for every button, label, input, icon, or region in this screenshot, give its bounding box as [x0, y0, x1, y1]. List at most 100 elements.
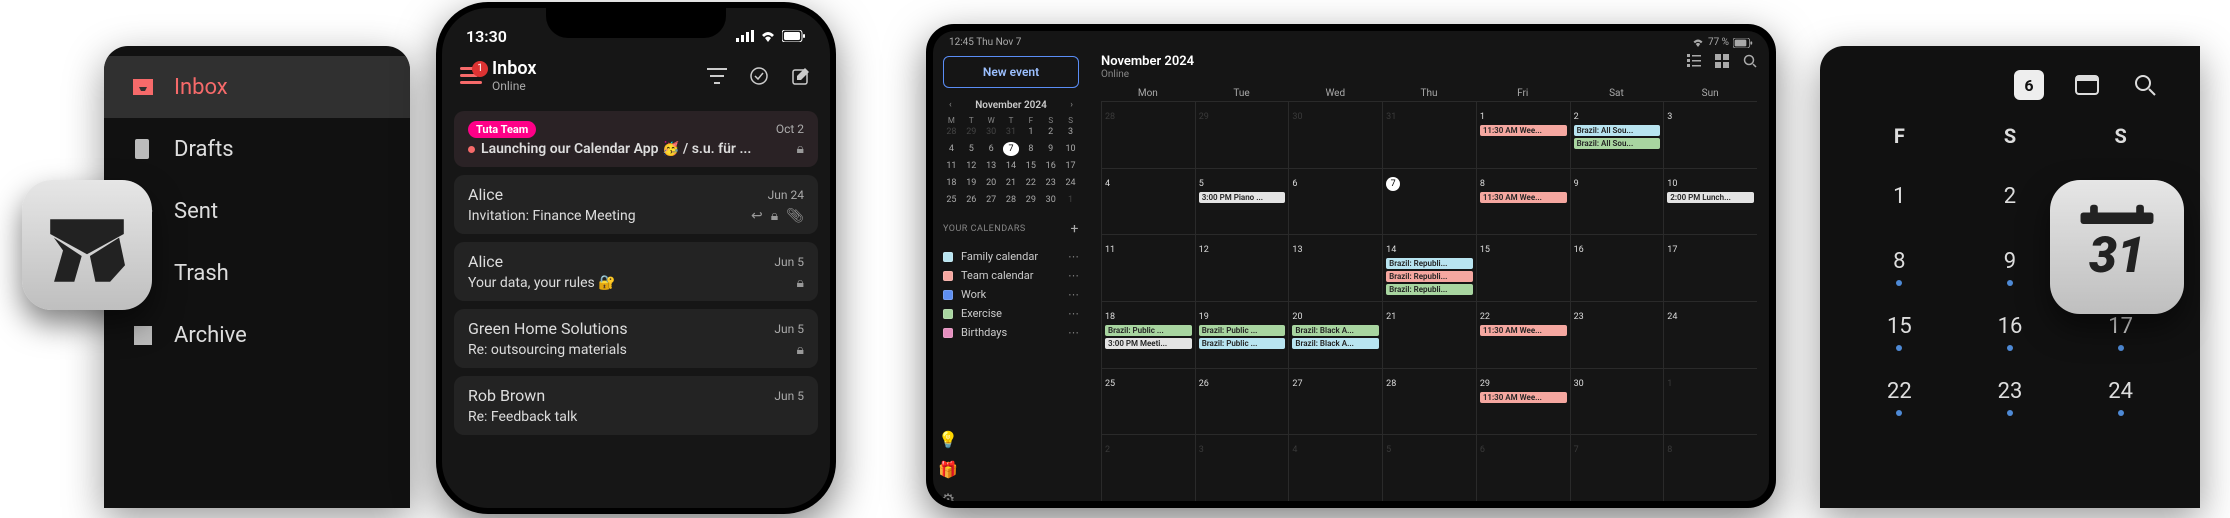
event-chip[interactable]: 2:00 PM Lunch... — [1667, 192, 1754, 203]
snip-day[interactable]: 9 — [1955, 237, 2066, 286]
mini-day[interactable]: 7 — [1003, 142, 1020, 156]
upgrade-icon[interactable]: 💡 — [940, 431, 956, 447]
settings-icon[interactable]: ⚙ — [940, 491, 956, 501]
calendar-cell[interactable]: 811:30 AM Wee... — [1476, 168, 1570, 235]
mini-day[interactable]: 28 — [1003, 193, 1020, 207]
folder-inbox[interactable]: Inbox — [104, 56, 410, 118]
calendar-cell[interactable]: 2 — [1101, 434, 1195, 501]
event-chip[interactable]: 3:00 PM Piano ... — [1199, 192, 1286, 203]
snip-day[interactable]: 1 — [1844, 172, 1955, 221]
folder-archive[interactable]: Archive — [104, 304, 410, 366]
event-chip[interactable]: Brazil: Republi... — [1386, 258, 1473, 269]
snip-day[interactable]: 23 — [1955, 367, 2066, 416]
event-chip[interactable]: Brazil: All Sou... — [1574, 138, 1661, 149]
gift-icon[interactable]: 🎁 — [940, 461, 956, 477]
calendar-cell[interactable]: 29 — [1195, 101, 1289, 168]
calendar-cell[interactable]: 28 — [1101, 101, 1195, 168]
search-icon[interactable] — [2130, 70, 2160, 100]
calendar-cell[interactable]: 16 — [1570, 234, 1664, 301]
next-month-button[interactable]: › — [1064, 98, 1079, 112]
calendar-more-icon[interactable]: ⋯ — [1068, 307, 1079, 320]
message-item[interactable]: AliceJun 5 Your data, your rules 🔐🔒︎ — [454, 242, 818, 301]
calendar-cell[interactable]: 25 — [1101, 368, 1195, 435]
calendar-cell[interactable]: 12 — [1195, 234, 1289, 301]
mini-day[interactable]: 2 — [1042, 125, 1059, 139]
calendar-cell[interactable]: 9 — [1570, 168, 1664, 235]
calendar-cell[interactable]: 19Brazil: Public ...Brazil: Public ... — [1195, 301, 1289, 368]
event-chip[interactable]: 11:30 AM Wee... — [1480, 192, 1567, 203]
event-chip[interactable]: 11:30 AM Wee... — [1480, 392, 1567, 403]
calendar-cell[interactable]: 3 — [1663, 101, 1757, 168]
mini-day[interactable]: 13 — [983, 159, 1000, 173]
mini-day[interactable]: 14 — [1003, 159, 1020, 173]
calendar-cell[interactable]: 7 — [1570, 434, 1664, 501]
mini-day[interactable]: 25 — [943, 193, 960, 207]
view-day-icon[interactable] — [2072, 70, 2102, 100]
mini-day[interactable]: 28 — [943, 125, 960, 139]
calendar-cell[interactable]: 31 — [1382, 101, 1476, 168]
add-calendar-button[interactable]: + — [1071, 221, 1079, 237]
calendar-item[interactable]: Work⋯ — [943, 285, 1079, 304]
calendar-cell[interactable]: 2Brazil: All Sou...Brazil: All Sou... — [1570, 101, 1664, 168]
event-chip[interactable]: Brazil: Republi... — [1386, 271, 1473, 282]
calendar-cell[interactable]: 2211:30 AM Wee... — [1476, 301, 1570, 368]
mini-day[interactable]: 26 — [963, 193, 980, 207]
message-item[interactable]: Rob BrownJun 5 Re: Feedback talk — [454, 376, 818, 435]
mini-day[interactable]: 5 — [963, 142, 980, 156]
calendar-cell[interactable]: 3 — [1195, 434, 1289, 501]
mini-day[interactable]: 22 — [1022, 176, 1039, 190]
calendar-cell[interactable]: 18Brazil: Public ...3:00 PM Meeti... — [1101, 301, 1195, 368]
snip-day[interactable]: 24 — [2065, 367, 2176, 416]
calendar-cell[interactable]: 30 — [1570, 368, 1664, 435]
mini-day[interactable]: 24 — [1062, 176, 1079, 190]
calendar-cell[interactable]: 2911:30 AM Wee... — [1476, 368, 1570, 435]
multiselect-icon[interactable] — [748, 65, 770, 87]
calendar-cell[interactable]: 111:30 AM Wee... — [1476, 101, 1570, 168]
calendar-cell[interactable]: 28 — [1382, 368, 1476, 435]
mini-day[interactable]: 3 — [1062, 125, 1079, 139]
calendar-item[interactable]: Exercise⋯ — [943, 304, 1079, 323]
compose-icon[interactable] — [790, 65, 812, 87]
calendar-cell[interactable]: 4 — [1101, 168, 1195, 235]
mini-day[interactable]: 30 — [983, 125, 1000, 139]
event-chip[interactable]: 11:30 AM Wee... — [1480, 325, 1567, 336]
calendar-cell[interactable]: 8 — [1663, 434, 1757, 501]
calendar-cell[interactable]: 5 — [1382, 434, 1476, 501]
mini-day[interactable]: 10 — [1062, 142, 1079, 156]
event-chip[interactable]: Brazil: Public ... — [1199, 325, 1286, 336]
snip-day[interactable]: 22 — [1844, 367, 1955, 416]
mini-day[interactable]: 23 — [1042, 176, 1059, 190]
mini-day[interactable]: 8 — [1022, 142, 1039, 156]
mini-day[interactable]: 18 — [943, 176, 960, 190]
view-month-icon[interactable] — [1715, 54, 1729, 68]
mini-day[interactable]: 27 — [983, 193, 1000, 207]
calendar-cell[interactable]: 30 — [1288, 101, 1382, 168]
calendar-cell[interactable]: 21 — [1382, 301, 1476, 368]
calendar-more-icon[interactable]: ⋯ — [1068, 269, 1079, 282]
event-chip[interactable]: Brazil: Black A... — [1292, 325, 1379, 336]
calendar-cell[interactable]: 53:00 PM Piano ... — [1195, 168, 1289, 235]
filter-icon[interactable] — [706, 65, 728, 87]
mini-day[interactable]: 9 — [1042, 142, 1059, 156]
calendar-cell[interactable]: 23 — [1570, 301, 1664, 368]
mini-day[interactable]: 1 — [1022, 125, 1039, 139]
calendar-cell[interactable]: 27 — [1288, 368, 1382, 435]
calendar-cell[interactable]: 4 — [1288, 434, 1382, 501]
calendar-item[interactable]: Family calendar⋯ — [943, 247, 1079, 266]
mini-day[interactable]: 16 — [1042, 159, 1059, 173]
today-chip[interactable]: 6 — [2014, 70, 2044, 100]
event-chip[interactable]: Brazil: Republi... — [1386, 284, 1473, 295]
new-event-button[interactable]: New event — [943, 56, 1079, 88]
mini-day[interactable]: 17 — [1062, 159, 1079, 173]
event-chip[interactable]: 11:30 AM Wee... — [1480, 125, 1567, 136]
mini-day[interactable]: 20 — [983, 176, 1000, 190]
mini-day[interactable]: 29 — [963, 125, 980, 139]
calendar-more-icon[interactable]: ⋯ — [1068, 288, 1079, 301]
calendar-cell[interactable]: 102:00 PM Lunch... — [1663, 168, 1757, 235]
menu-button[interactable]: 1 — [460, 67, 482, 85]
message-item[interactable]: Green Home SolutionsJun 5 Re: outsourcin… — [454, 309, 818, 368]
calendar-cell[interactable]: 11 — [1101, 234, 1195, 301]
event-chip[interactable]: Brazil: All Sou... — [1574, 125, 1661, 136]
snip-day[interactable]: 15 — [1844, 302, 1955, 351]
event-chip[interactable]: Brazil: Public ... — [1199, 338, 1286, 349]
